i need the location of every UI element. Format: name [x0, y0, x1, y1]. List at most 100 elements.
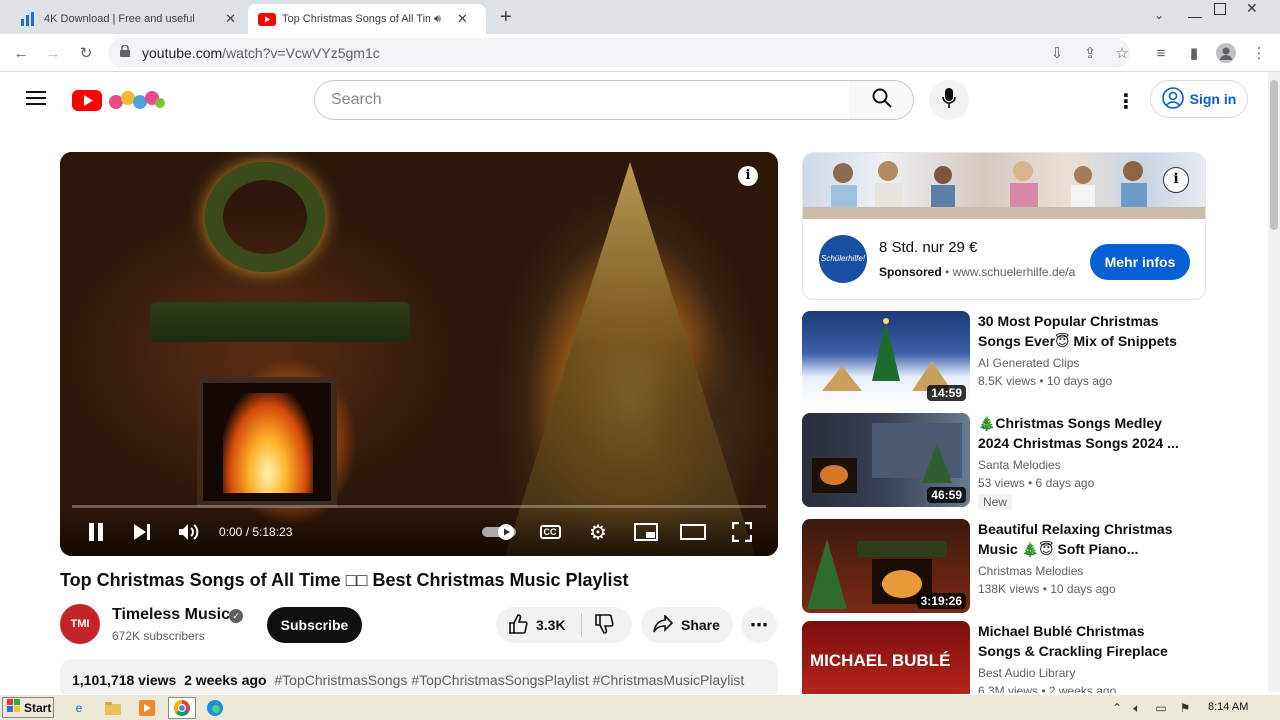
ad-headline[interactable]: 8 Std. nur 29 €: [879, 239, 977, 256]
ad-info-icon[interactable]: i: [1163, 167, 1189, 193]
audio-playing-icon[interactable]: 🔊︎: [434, 13, 441, 26]
new-tab-button[interactable]: +: [500, 6, 512, 29]
media-player-icon[interactable]: [138, 699, 156, 717]
advertiser-logo[interactable]: Schülerhilfe!: [819, 235, 867, 283]
description-box[interactable]: 1,101,718 views 2 weeks ago #TopChristma…: [60, 659, 778, 699]
reload-button[interactable]: ↻: [75, 42, 97, 64]
video-player[interactable]: i 0:00 / 5:18:23 CC ⚙: [60, 152, 778, 556]
recommendation-meta: 138K views • 10 days ago: [978, 582, 1116, 596]
window-close-button[interactable]: ✕: [1246, 0, 1258, 17]
ie-icon[interactable]: e: [70, 699, 88, 717]
tab-search-icon[interactable]: ⌄: [1154, 8, 1164, 22]
recommendation-thumbnail[interactable]: 46:59: [802, 413, 970, 507]
channel-avatar[interactable]: TMI: [60, 604, 100, 644]
upload-age: 2 weeks ago: [184, 672, 267, 688]
recommendation-thumbnail[interactable]: 14:59: [802, 311, 970, 405]
bookmark-star-icon[interactable]: ☆: [1111, 42, 1133, 64]
time-display: 0:00 / 5:18:23: [219, 525, 293, 539]
player-controls: 0:00 / 5:18:23 CC ⚙: [60, 508, 778, 556]
miniplayer-icon[interactable]: [634, 520, 658, 544]
hashtags[interactable]: #TopChristmasSongs #TopChristmasSongsPla…: [274, 672, 744, 688]
forward-button[interactable]: →: [42, 42, 64, 64]
recommendation-channel[interactable]: Christmas Melodies: [978, 564, 1083, 578]
ad-banner-image: [803, 153, 1205, 219]
volume-icon[interactable]: [176, 520, 202, 544]
ad-cta-button[interactable]: Mehr infos: [1090, 244, 1190, 280]
captions-icon[interactable]: CC: [538, 520, 562, 544]
flag-tray-icon[interactable]: ⚑: [1176, 699, 1194, 717]
tray-expand-icon[interactable]: ⌃: [1108, 699, 1126, 717]
pause-icon[interactable]: [84, 520, 108, 544]
recommendation-channel[interactable]: Best Audio Library: [978, 666, 1075, 680]
recommendation-title[interactable]: Beautiful Relaxing Christmas Music 🎄😇 So…: [978, 519, 1188, 559]
recommendation-title[interactable]: 🎄Christmas Songs Medley 2024 Christmas S…: [978, 413, 1188, 453]
tab-youtube[interactable]: Top Christmas Songs of All Time 🔊︎ ✕: [248, 4, 486, 34]
ad-card[interactable]: i Schülerhilfe! 8 Std. nur 29 € Sponsore…: [802, 152, 1206, 300]
profile-avatar-icon[interactable]: [1215, 42, 1237, 64]
chrome-menu-icon[interactable]: ⋮: [1248, 42, 1270, 64]
start-button[interactable]: Start: [2, 697, 54, 718]
page-scrollbar[interactable]: [1268, 72, 1280, 692]
recommendation-item[interactable]: 3:19:26 Beautiful Relaxing Christmas Mus…: [802, 519, 1206, 615]
recommendation-thumbnail[interactable]: 3:19:26: [802, 519, 970, 613]
next-icon[interactable]: [130, 520, 154, 544]
media-control-icon[interactable]: ≡: [1150, 42, 1172, 64]
youtube-logo[interactable]: [72, 88, 166, 117]
youtube-header: Search ⋮ Sign in: [0, 72, 1268, 128]
like-button[interactable]: 3.3K: [496, 613, 582, 637]
fullscreen-icon[interactable]: [730, 520, 754, 544]
restore-button[interactable]: [1214, 3, 1226, 15]
view-count: 1,101,718 views: [72, 672, 177, 688]
install-app-icon[interactable]: ⇩: [1046, 42, 1068, 64]
folder-icon[interactable]: [104, 699, 122, 717]
recommendation-item[interactable]: 46:59 🎄Christmas Songs Medley 2024 Chris…: [802, 413, 1206, 510]
verified-check-icon: ✓: [229, 609, 243, 623]
voice-search-button[interactable]: [929, 80, 969, 120]
start-label: Start: [24, 700, 52, 715]
settings-gear-icon[interactable]: ⚙: [586, 520, 610, 544]
scrollbar-thumb[interactable]: [1270, 80, 1278, 230]
autoplay-toggle[interactable]: [482, 520, 518, 544]
channel-name[interactable]: Timeless Music: [112, 606, 230, 624]
lock-icon: [120, 44, 130, 62]
more-actions-button[interactable]: ⋯: [741, 607, 777, 643]
side-panel-icon[interactable]: ▮: [1183, 42, 1205, 64]
network-tray-icon[interactable]: ▭: [1152, 699, 1170, 717]
share-page-icon[interactable]: ⇪: [1079, 42, 1101, 64]
volume-tray-icon[interactable]: 🔈︎: [1128, 699, 1146, 717]
windows-logo-icon: [7, 699, 21, 716]
hamburger-menu-icon[interactable]: [26, 90, 46, 111]
recommendation-title[interactable]: Michael Bublé Christmas Songs & Cracklin…: [978, 621, 1188, 661]
recommendation-channel[interactable]: Santa Melodies: [978, 458, 1061, 472]
search-input[interactable]: Search: [314, 80, 851, 120]
address-bar[interactable]: youtube.com/watch?v=VcwVYz5gm1c: [108, 38, 1130, 68]
dislike-button[interactable]: [582, 613, 614, 637]
browser-toolbar: ← → ↻ youtube.com/watch?v=VcwVYz5gm1c ⇩ …: [0, 34, 1280, 72]
tab-4k-download[interactable]: 4K Download | Free and useful applic ✕: [10, 4, 246, 34]
search-button[interactable]: [850, 80, 914, 120]
video-fireplace: [197, 377, 337, 507]
settings-more-icon[interactable]: ⋮: [1116, 89, 1136, 114]
search-placeholder: Search: [331, 91, 382, 108]
recommendation-channel[interactable]: AI Generated Clips: [978, 356, 1079, 370]
subscribe-button[interactable]: Subscribe: [267, 607, 362, 643]
tab-title: Top Christmas Songs of All Time: [282, 13, 430, 25]
account-circle-icon: [1161, 86, 1184, 112]
recommendation-title[interactable]: 30 Most Popular Christmas Songs Ever😇 Mi…: [978, 311, 1188, 351]
recommendation-item[interactable]: 14:59 30 Most Popular Christmas Songs Ev…: [802, 311, 1206, 407]
edge-icon[interactable]: [206, 699, 224, 717]
back-button[interactable]: ←: [10, 42, 32, 64]
duration-badge: 14:59: [927, 385, 966, 401]
share-button[interactable]: Share: [641, 607, 733, 643]
chrome-taskbar-icon[interactable]: [168, 697, 196, 719]
new-badge: New: [978, 494, 1013, 510]
thumbs-down-icon: [594, 613, 614, 637]
close-tab-icon[interactable]: ✕: [225, 11, 236, 27]
theater-mode-icon[interactable]: [680, 520, 706, 544]
close-tab-icon[interactable]: ✕: [457, 11, 468, 27]
recommendation-meta: 53 views • 6 days ago: [978, 476, 1095, 490]
sign-in-button[interactable]: Sign in: [1150, 80, 1248, 118]
url-text: youtube.com/watch?v=VcwVYz5gm1c: [142, 45, 380, 61]
minimize-button[interactable]: [1188, 4, 1202, 18]
video-info-icon[interactable]: i: [738, 166, 758, 186]
